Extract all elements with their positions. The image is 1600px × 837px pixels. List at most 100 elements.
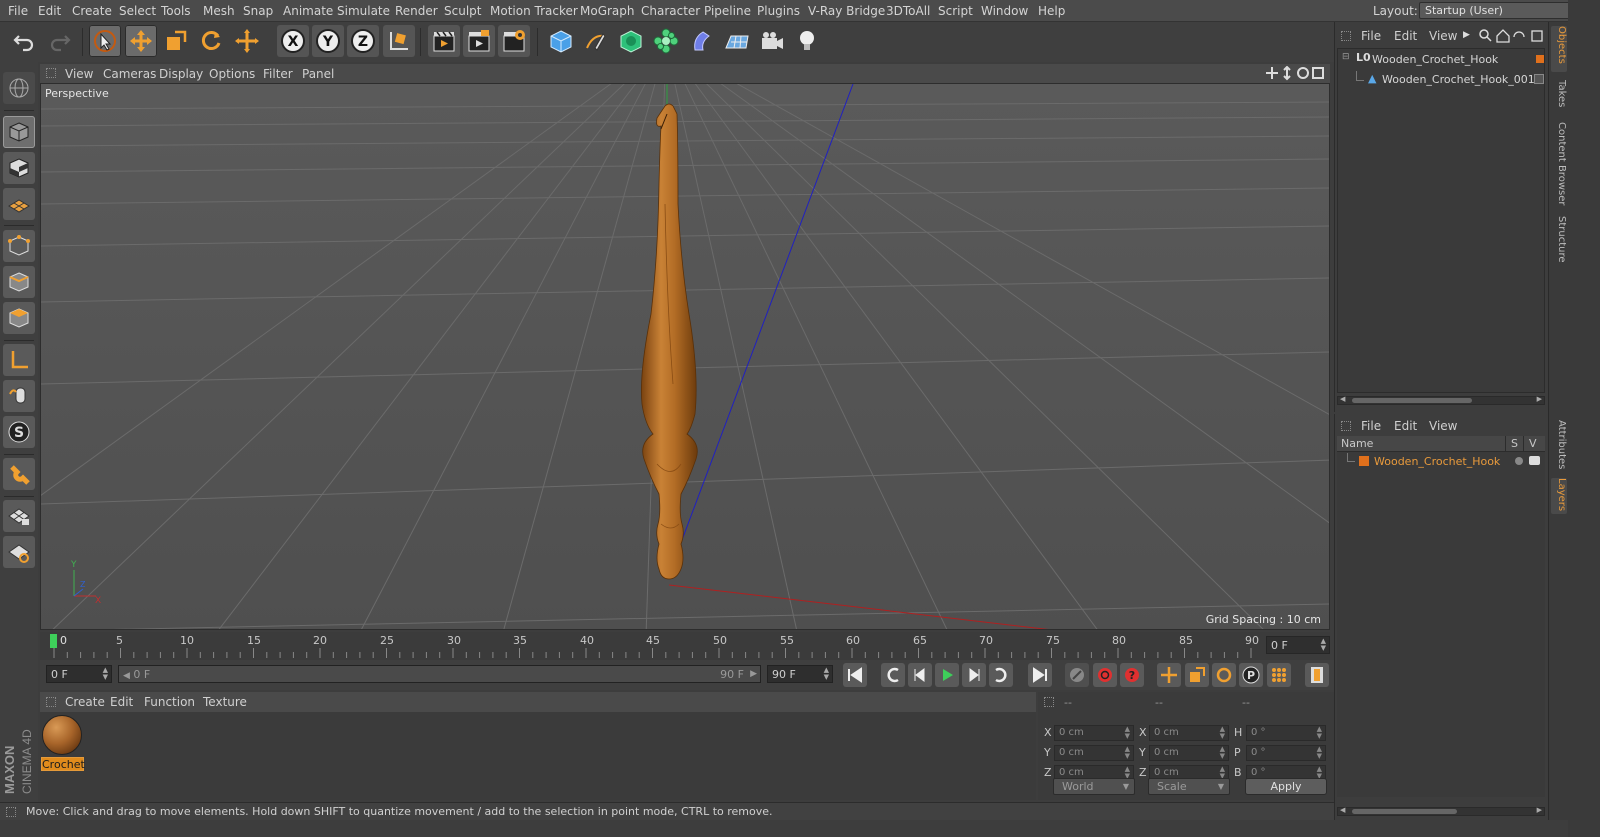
menu-vray-bridge[interactable]: V-Ray Bridge	[808, 4, 885, 18]
eye-visible-icon[interactable]	[1529, 456, 1540, 465]
layer-hscrollbar[interactable]: ◀ ▶	[1337, 806, 1545, 816]
position-y-field[interactable]: 0 cm ▲ ▼	[1054, 745, 1134, 761]
viewport-menu-cameras[interactable]: Cameras	[103, 67, 156, 81]
play-button[interactable]	[935, 663, 959, 687]
material-thumbnail[interactable]	[42, 715, 82, 755]
material-name-label[interactable]: Crochet	[41, 757, 85, 771]
texture-mode-button[interactable]	[3, 152, 35, 184]
snapping-button[interactable]: S	[3, 416, 35, 448]
material-menu-function[interactable]: Function	[144, 695, 195, 709]
column-visible[interactable]: V	[1529, 437, 1537, 450]
magnet-tool-button[interactable]	[3, 458, 35, 490]
menu-script[interactable]: Script	[938, 4, 973, 18]
y-axis-lock-button[interactable]: Y	[312, 25, 344, 57]
objects-menu-view[interactable]: View	[1429, 29, 1457, 43]
go-to-end-button[interactable]	[1028, 663, 1052, 687]
layer-color-swatch[interactable]	[1359, 456, 1369, 466]
object-row-root[interactable]: ⊟ L0 Wooden_Crochet_Hook	[1338, 51, 1544, 69]
timeline-window-button[interactable]	[1305, 663, 1329, 687]
column-solo[interactable]: S	[1511, 437, 1518, 450]
object-row-child[interactable]: ▲ Wooden_Crochet_Hook_001	[1338, 71, 1544, 89]
menu-select[interactable]: Select	[119, 4, 156, 18]
rotation-p-field[interactable]: 0 ° ▲ ▼	[1246, 745, 1326, 761]
model-mode-button[interactable]	[3, 116, 35, 148]
recent-tool[interactable]	[231, 25, 263, 57]
menu-character[interactable]: Character	[641, 4, 700, 18]
polygons-mode-button[interactable]	[3, 302, 35, 334]
material-menu-create[interactable]: Create	[65, 695, 105, 709]
tab-objects[interactable]: Objects	[1551, 26, 1567, 72]
camera-button[interactable]	[756, 25, 788, 57]
layers-menu-file[interactable]: File	[1361, 419, 1381, 433]
menu-snap[interactable]: Snap	[243, 4, 273, 18]
expand-minus-icon[interactable]: ⊟	[1342, 52, 1350, 62]
arrow-right-icon[interactable]: ▶	[1463, 30, 1470, 40]
coordinate-space-dropdown[interactable]: World ▼	[1053, 778, 1135, 795]
apply-button[interactable]: Apply	[1245, 778, 1327, 795]
floor-scene-button[interactable]	[721, 25, 753, 57]
scroll-left-icon[interactable]: ◀	[1340, 395, 1345, 403]
axis-mode-button[interactable]	[3, 344, 35, 376]
move-tool[interactable]	[125, 25, 157, 57]
render-view-button[interactable]	[428, 25, 460, 57]
layout-select[interactable]: Startup (User) ▼	[1419, 2, 1585, 19]
scroll-thumb[interactable]	[1352, 809, 1457, 814]
rotate-tool[interactable]	[195, 25, 227, 57]
scroll-right-icon[interactable]: ▶	[1537, 395, 1542, 403]
scale-tool[interactable]	[160, 25, 192, 57]
material-menu-texture[interactable]: Texture	[203, 695, 247, 709]
next-frame-button[interactable]	[962, 663, 986, 687]
light-button[interactable]	[791, 25, 823, 57]
viewport-menu-filter[interactable]: Filter	[263, 67, 293, 81]
menu-help[interactable]: Help	[1038, 4, 1065, 18]
scroll-left-icon[interactable]: ◀	[1340, 806, 1345, 814]
menu-mesh[interactable]: Mesh	[203, 4, 235, 18]
material-menu-edit[interactable]: Edit	[110, 695, 133, 709]
redo-button[interactable]	[44, 25, 76, 57]
object-manager-tool-icons[interactable]	[1479, 29, 1545, 43]
viewport-nav-icons[interactable]	[1265, 66, 1327, 81]
tag-icon[interactable]	[1534, 74, 1544, 84]
scroll-right-icon[interactable]: ▶	[1537, 806, 1542, 814]
subdivision-surface-button[interactable]	[615, 25, 647, 57]
objects-menu-file[interactable]: File	[1361, 29, 1381, 43]
size-y-field[interactable]: 0 cm ▲ ▼	[1149, 745, 1229, 761]
mograph-cloner-button[interactable]	[650, 25, 682, 57]
viewport-menu-view[interactable]: View	[65, 67, 93, 81]
object-hscrollbar[interactable]: ◀ ▶	[1337, 395, 1545, 405]
record-active-button[interactable]	[1093, 663, 1117, 687]
menu-motion-tracker[interactable]: Motion Tracker	[490, 4, 578, 18]
menu-render[interactable]: Render	[395, 4, 438, 18]
tab-content-browser[interactable]: Content Browser	[1551, 122, 1567, 208]
viewport-menu-options[interactable]: Options	[209, 67, 255, 81]
previous-frame-button[interactable]	[908, 663, 932, 687]
menu-sculpt[interactable]: Sculpt	[444, 4, 481, 18]
key-scale-button[interactable]	[1185, 663, 1209, 687]
menu-mograph[interactable]: MoGraph	[580, 4, 635, 18]
solo-dot-icon[interactable]	[1515, 457, 1523, 465]
tab-structure[interactable]: Structure	[1551, 216, 1567, 266]
pen-spline-button[interactable]	[580, 25, 612, 57]
max-frame-field[interactable]: 90 F ▲ ▼	[767, 665, 833, 683]
tab-layers[interactable]: Layers	[1551, 478, 1567, 514]
menu-animate[interactable]: Animate	[283, 4, 333, 18]
tweak-mode-button[interactable]	[3, 380, 35, 412]
coordinate-system-button[interactable]	[383, 25, 415, 57]
column-name[interactable]: Name	[1341, 437, 1373, 450]
menu-tools[interactable]: Tools	[161, 4, 191, 18]
object-name[interactable]: Wooden_Crochet_Hook	[1372, 53, 1498, 66]
timeline-ruler[interactable]: 0 5 10 15 20 25 30 35 40 45 50 55 60 65 …	[40, 632, 1330, 660]
workplane-mode-button[interactable]	[3, 188, 35, 220]
key-rotation-button[interactable]	[1212, 663, 1236, 687]
live-selection-tool[interactable]	[89, 25, 121, 57]
object-tree[interactable]: ⊟ L0 Wooden_Crochet_Hook ▲ Wooden_Croche…	[1337, 48, 1545, 393]
render-settings-button[interactable]	[498, 25, 530, 57]
autokey-button[interactable]: ?	[1120, 663, 1144, 687]
deformer-button[interactable]	[686, 25, 718, 57]
menu-create[interactable]: Create	[72, 4, 112, 18]
menu-plugins[interactable]: Plugins	[757, 4, 800, 18]
key-pla-button[interactable]	[1267, 663, 1291, 687]
position-x-field[interactable]: 0 cm ▲ ▼	[1054, 725, 1134, 741]
go-to-start-button[interactable]	[843, 663, 867, 687]
tab-takes[interactable]: Takes	[1551, 80, 1567, 114]
